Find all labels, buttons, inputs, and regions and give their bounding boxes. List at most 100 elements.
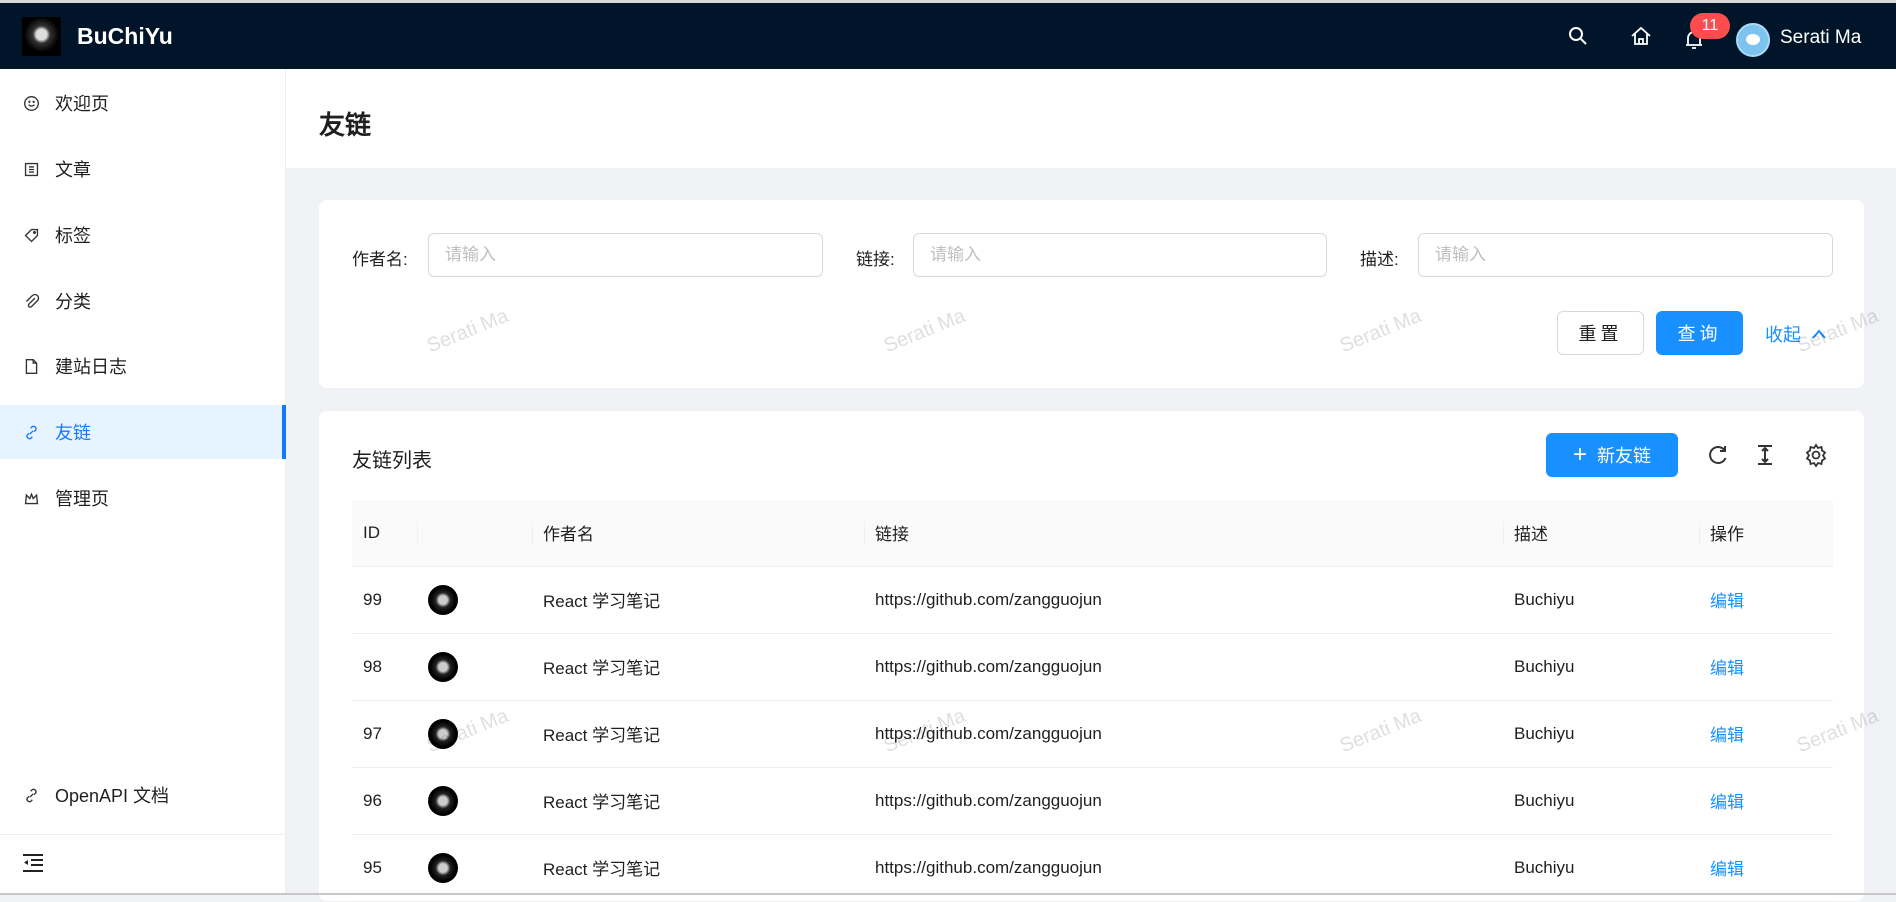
search-icon[interactable] — [1566, 24, 1590, 48]
reload-icon[interactable] — [1706, 443, 1730, 467]
cell-avatar — [417, 633, 532, 701]
description-input[interactable] — [1418, 233, 1833, 277]
sidebar-item-welcome[interactable]: 欢迎页 — [0, 76, 286, 130]
cell-avatar — [417, 700, 532, 768]
table-row: 97 React 学习笔记 https://github.com/zangguo… — [352, 700, 1833, 768]
menu-fold-icon[interactable] — [22, 853, 44, 873]
sidebar-item-articles[interactable]: 文章 — [0, 142, 286, 196]
sidebar-item-friend-links[interactable]: 友链 — [0, 405, 286, 459]
query-button[interactable]: 查询 — [1656, 311, 1743, 355]
link-icon — [26, 425, 37, 439]
column-header-avatar — [417, 500, 532, 567]
table-row: 95 React 学习笔记 https://github.com/zangguo… — [352, 834, 1833, 902]
column-header-author[interactable]: 作者名 — [532, 500, 864, 567]
cell-id: 99 — [352, 566, 417, 634]
brand-name[interactable]: BuChiYu — [77, 23, 173, 50]
cell-author: React 学习笔记 — [532, 566, 864, 634]
edit-link[interactable]: 编辑 — [1710, 592, 1744, 611]
sidebar-item-tags[interactable]: 标签 — [0, 208, 286, 262]
column-header-link[interactable]: 链接 — [864, 500, 1503, 567]
table-row: 99 React 学习笔记 https://github.com/zangguo… — [352, 566, 1833, 634]
sidebar-item-label: 欢迎页 — [55, 94, 109, 114]
author-label: 作者名: — [352, 250, 408, 269]
sidebar-item-label: 文章 — [55, 160, 91, 180]
cell-description: Buchiyu — [1503, 834, 1699, 902]
cell-link: https://github.com/zangguojun — [864, 767, 1503, 835]
description-label: 描述: — [1360, 250, 1399, 269]
author-avatar — [428, 852, 458, 883]
column-height-icon[interactable] — [1753, 443, 1777, 467]
page-header: 友链 — [286, 69, 1896, 168]
cell-link: https://github.com/zangguojun — [864, 700, 1503, 768]
cell-description: Buchiyu — [1503, 566, 1699, 634]
cell-link: https://github.com/zangguojun — [864, 834, 1503, 902]
user-name[interactable]: Serati Ma — [1780, 27, 1861, 49]
link-label: 链接: — [856, 250, 895, 269]
sidebar-item-categories[interactable]: 分类 — [0, 274, 286, 328]
cell-link: https://github.com/zangguojun — [864, 566, 1503, 634]
edit-link[interactable]: 编辑 — [1710, 659, 1744, 678]
search-form-card — [319, 200, 1864, 388]
sidebar: 欢迎页 文章 标签 分类 建站日志 友链 管理页 OpenAPI 文档 — [0, 69, 286, 893]
cell-description: Buchiyu — [1503, 767, 1699, 835]
author-avatar — [428, 651, 458, 682]
cell-actions: 编辑 — [1699, 633, 1833, 701]
settings-gear-icon[interactable] — [1804, 443, 1828, 467]
sidebar-item-changelog[interactable]: 建站日志 — [0, 339, 286, 393]
cell-actions: 编辑 — [1699, 700, 1833, 768]
cell-description: Buchiyu — [1503, 633, 1699, 701]
column-header-description[interactable]: 描述 — [1503, 500, 1699, 567]
sidebar-item-label: 管理页 — [55, 489, 109, 509]
author-avatar — [428, 718, 458, 749]
plus-icon: + — [1572, 441, 1587, 468]
sidebar-divider — [0, 834, 286, 835]
file-icon — [25, 358, 38, 374]
column-header-actions: 操作 — [1699, 500, 1833, 567]
cell-author: React 学习笔记 — [532, 633, 864, 701]
author-input[interactable] — [428, 233, 823, 277]
cell-avatar — [417, 767, 532, 835]
edit-link[interactable]: 编辑 — [1710, 793, 1744, 812]
table-title: 友链列表 — [352, 450, 432, 472]
user-avatar[interactable] — [1736, 23, 1770, 57]
sidebar-item-label: 友链 — [55, 423, 91, 443]
collapse-label: 收起 — [1765, 325, 1801, 345]
cell-description: Buchiyu — [1503, 700, 1699, 768]
edit-link[interactable]: 编辑 — [1710, 726, 1744, 745]
new-link-button[interactable]: + 新友链 — [1546, 433, 1678, 477]
sidebar-item-label: 标签 — [55, 226, 91, 246]
link-icon — [26, 788, 37, 802]
logo-image[interactable] — [22, 17, 61, 56]
sidebar-item-label: 分类 — [55, 292, 91, 312]
table-header-row: ID 作者名 链接 描述 操作 — [352, 500, 1833, 567]
link-input[interactable] — [913, 233, 1327, 277]
paperclip-icon — [25, 293, 40, 308]
crown-icon — [24, 491, 39, 504]
cell-author: React 学习笔记 — [532, 767, 864, 835]
cell-id: 95 — [352, 834, 417, 902]
cell-actions: 编辑 — [1699, 767, 1833, 835]
edit-link[interactable]: 编辑 — [1710, 860, 1744, 879]
cell-avatar — [417, 834, 532, 902]
cell-id: 96 — [352, 767, 417, 835]
reset-button[interactable]: 重置 — [1557, 311, 1644, 355]
sidebar-item-label: OpenAPI 文档 — [55, 786, 170, 806]
sidebar-item-admin[interactable]: 管理页 — [0, 471, 286, 525]
home-icon[interactable] — [1629, 24, 1653, 48]
sidebar-openapi-link[interactable]: OpenAPI 文档 — [0, 768, 286, 822]
collapse-toggle[interactable]: 收起 — [1765, 321, 1827, 347]
author-avatar — [428, 785, 458, 816]
new-link-label: 新友链 — [1597, 446, 1651, 466]
tag-icon — [24, 228, 39, 242]
list-icon — [24, 162, 39, 176]
cell-author: React 学习笔记 — [532, 700, 864, 768]
cell-actions: 编辑 — [1699, 566, 1833, 634]
cell-actions: 编辑 — [1699, 834, 1833, 902]
cell-avatar — [417, 566, 532, 634]
table-row: 96 React 学习笔记 https://github.com/zangguo… — [352, 767, 1833, 835]
author-avatar — [428, 584, 458, 615]
cell-author: React 学习笔记 — [532, 834, 864, 902]
column-header-id[interactable]: ID — [352, 500, 417, 567]
notification-badge: 11 — [1690, 13, 1730, 39]
cell-id: 97 — [352, 700, 417, 768]
